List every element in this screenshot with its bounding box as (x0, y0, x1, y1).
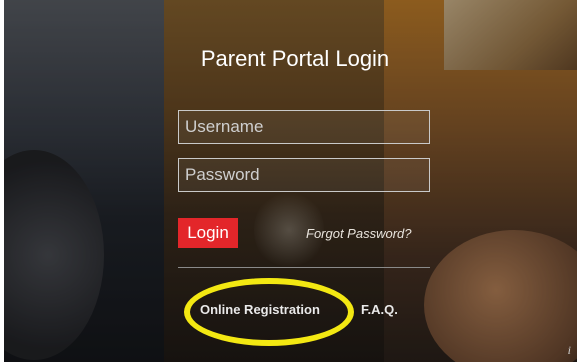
forgot-password-link[interactable]: Forgot Password? (306, 226, 412, 241)
divider (178, 267, 430, 268)
login-button[interactable]: Login (178, 218, 238, 248)
password-field[interactable] (178, 158, 430, 192)
faq-link[interactable]: F.A.Q. (361, 302, 398, 317)
login-screen: Parent Portal Login Login Forgot Passwor… (0, 0, 582, 362)
info-icon[interactable]: i (568, 343, 571, 358)
username-field[interactable] (178, 110, 430, 144)
page-title: Parent Portal Login (200, 46, 390, 71)
highlight-circle (184, 278, 354, 346)
